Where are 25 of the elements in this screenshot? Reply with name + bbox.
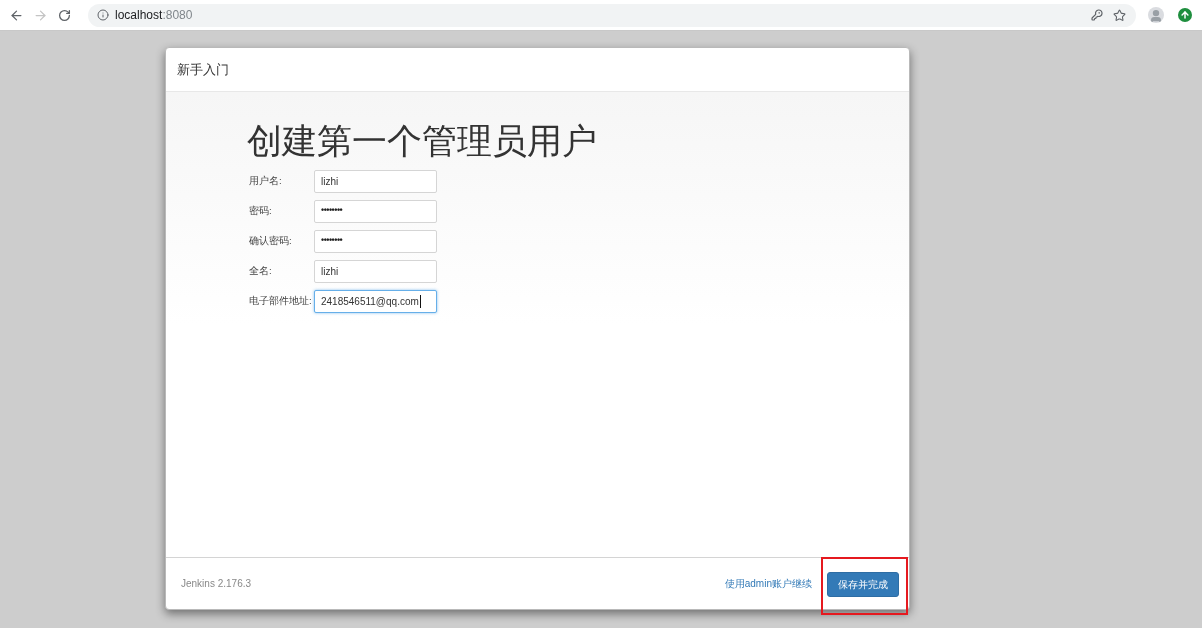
reload-icon bbox=[57, 8, 71, 22]
dialog-title: 新手入门 bbox=[177, 60, 229, 79]
url-text: localhost:8080 bbox=[115, 7, 193, 24]
field-label: 确认密码: bbox=[249, 233, 293, 248]
key-icon[interactable] bbox=[1091, 9, 1103, 21]
field-label: 全名: bbox=[249, 263, 273, 278]
forward-arrow-icon bbox=[32, 7, 48, 23]
input-field[interactable]: •••••••• bbox=[314, 199, 437, 223]
address-bar[interactable]: localhost:8080 bbox=[88, 3, 1136, 27]
text-cursor-icon bbox=[419, 294, 421, 308]
field-label: 用户名: bbox=[249, 173, 283, 188]
input-field[interactable]: lizhi bbox=[314, 259, 437, 283]
save-and-finish-button[interactable]: 保存并完成 bbox=[827, 571, 899, 597]
star-icon[interactable] bbox=[1113, 8, 1126, 22]
input-field[interactable]: •••••••• bbox=[314, 229, 437, 253]
info-icon[interactable] bbox=[97, 9, 109, 21]
version-text: Jenkins 2.176.3 bbox=[181, 577, 252, 591]
input-field[interactable]: lizhi bbox=[314, 169, 437, 193]
field-label: 电子部件地址: bbox=[249, 293, 313, 308]
page-heading: 创建第一个管理员用户 bbox=[247, 121, 597, 161]
continue-as-admin-link[interactable]: 使用admin账户继续 bbox=[724, 576, 812, 591]
field-label: 密码: bbox=[249, 203, 273, 218]
input-field[interactable]: 2418546511@qq.com bbox=[314, 289, 437, 313]
avatar-icon[interactable] bbox=[1148, 7, 1164, 23]
update-icon[interactable] bbox=[1178, 8, 1192, 22]
